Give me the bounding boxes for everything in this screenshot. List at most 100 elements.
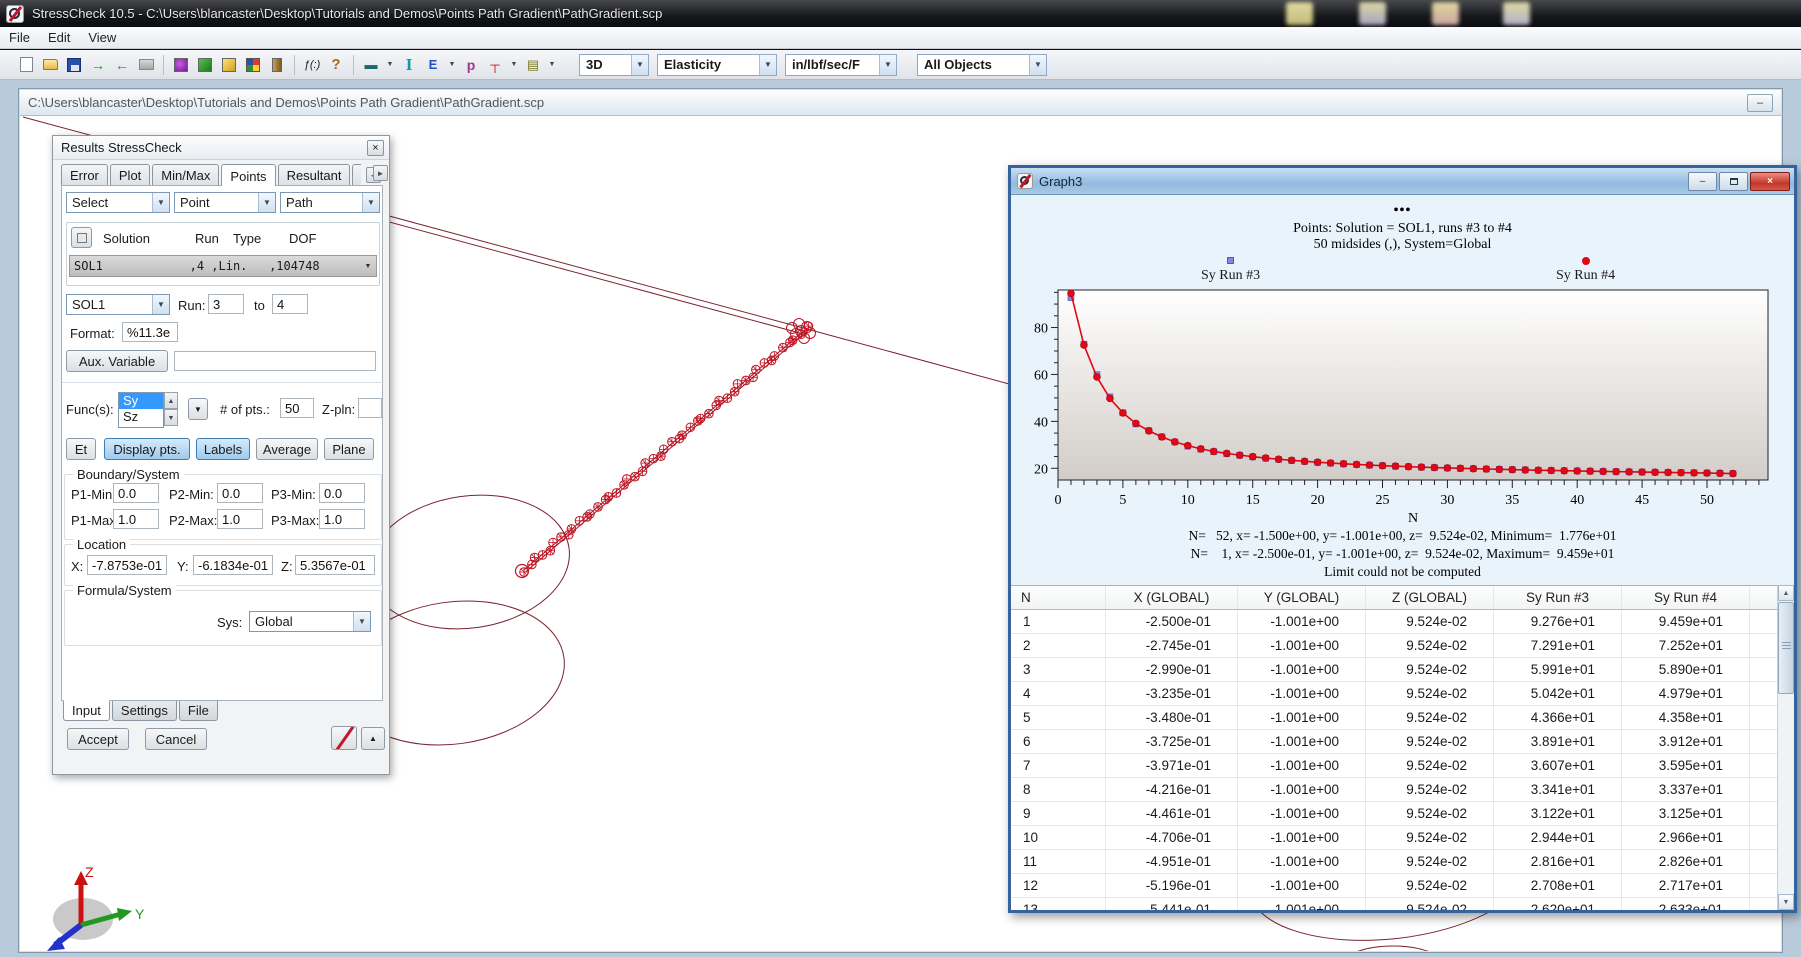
- solution-entry-row[interactable]: SOL1 ,4 ,Lin. ,104748 ▼: [69, 255, 377, 277]
- report-tool-icon[interactable]: ▤: [522, 54, 544, 76]
- cancel-button[interactable]: Cancel: [145, 728, 207, 750]
- mesh-view-icon[interactable]: [194, 54, 216, 76]
- material-view-icon[interactable]: [218, 54, 240, 76]
- tab-plot[interactable]: Plot: [110, 164, 150, 186]
- average-button[interactable]: Average: [256, 438, 318, 460]
- scrollbar-thumb[interactable]: [1778, 602, 1794, 694]
- run-to-input[interactable]: [272, 294, 308, 314]
- table-scrollbar[interactable]: ▲ ▼: [1777, 585, 1794, 910]
- tab-resultant[interactable]: Resultant: [278, 164, 351, 186]
- close-icon[interactable]: ×: [367, 140, 384, 156]
- et-button[interactable]: Et: [66, 438, 96, 460]
- x-input[interactable]: [87, 555, 167, 575]
- select-mode-icon[interactable]: ▬: [360, 54, 382, 76]
- table-row[interactable]: 6-3.725e-01-1.001e+009.524e-023.891e+013…: [1011, 730, 1777, 754]
- results-dialog-titlebar[interactable]: Results StressCheck: [53, 136, 389, 160]
- edge-tool-dropdown-icon[interactable]: ▼: [446, 54, 458, 76]
- import-icon[interactable]: →: [87, 54, 109, 76]
- load-tool-icon[interactable]: ┬: [484, 54, 506, 76]
- boundary-input[interactable]: [113, 483, 159, 503]
- table-row[interactable]: 5-3.480e-01-1.001e+009.524e-024.366e+014…: [1011, 706, 1777, 730]
- report-tool-dropdown-icon[interactable]: ▼: [546, 54, 558, 76]
- boundary-input[interactable]: [319, 509, 365, 529]
- results-table[interactable]: NX (GLOBAL)Y (GLOBAL)Z (GLOBAL)Sy Run #3…: [1011, 585, 1777, 910]
- num-points-input[interactable]: [280, 398, 314, 418]
- function-dropdown-button[interactable]: ▼: [188, 398, 208, 420]
- table-row[interactable]: 3-2.990e-01-1.001e+009.524e-025.991e+015…: [1011, 658, 1777, 682]
- menu-file[interactable]: File: [0, 28, 39, 47]
- tab-prope[interactable]: Prope: [352, 164, 361, 186]
- system-combo[interactable]: Global▼: [249, 611, 371, 632]
- object-combo[interactable]: Point▼: [174, 192, 276, 213]
- dimension-combo[interactable]: 3D▼: [579, 54, 649, 76]
- tab-file[interactable]: File: [179, 701, 218, 721]
- boundary-input[interactable]: [113, 509, 159, 529]
- graph-window-titlebar[interactable]: Graph3 ‒ ×: [1011, 168, 1794, 195]
- print-icon[interactable]: [135, 54, 157, 76]
- y-input[interactable]: [193, 555, 273, 575]
- table-row[interactable]: 10-4.706e-01-1.001e+009.524e-022.944e+01…: [1011, 826, 1777, 850]
- menu-edit[interactable]: Edit: [39, 28, 79, 47]
- menu-view[interactable]: View: [79, 28, 125, 47]
- solution-combo[interactable]: SOL1▼: [66, 294, 170, 315]
- export-icon[interactable]: ←: [111, 54, 133, 76]
- function-option-sz[interactable]: Sz: [119, 409, 163, 425]
- table-row[interactable]: 12-5.196e-01-1.001e+009.524e-022.708e+01…: [1011, 874, 1777, 898]
- table-row[interactable]: 9-4.461e-01-1.001e+009.524e-023.122e+013…: [1011, 802, 1777, 826]
- model-view-icon[interactable]: [170, 54, 192, 76]
- exit-view-icon[interactable]: [266, 54, 288, 76]
- new-file-icon[interactable]: [15, 54, 37, 76]
- objects-filter-combo[interactable]: All Objects▼: [917, 54, 1047, 76]
- rollup-button[interactable]: ▲: [361, 727, 385, 750]
- run-from-input[interactable]: [208, 294, 244, 314]
- aux-variable-input[interactable]: [174, 351, 376, 371]
- scroll-down-icon[interactable]: ▼: [1778, 894, 1794, 910]
- tab-input[interactable]: Input: [63, 700, 110, 721]
- zpln-input[interactable]: [358, 398, 382, 418]
- open-file-icon[interactable]: [39, 54, 61, 76]
- context-help-button[interactable]: [331, 726, 357, 750]
- help-icon[interactable]: ?: [325, 54, 347, 76]
- analysis-type-combo[interactable]: Elasticity▼: [657, 54, 777, 76]
- point-tool-icon[interactable]: p: [460, 54, 482, 76]
- scroll-up-icon[interactable]: ▲: [1778, 585, 1794, 601]
- display-pts-button[interactable]: Display pts.: [104, 438, 190, 460]
- table-row[interactable]: 1-2.500e-01-1.001e+009.524e-029.276e+019…: [1011, 610, 1777, 634]
- solution-view-icon[interactable]: [242, 54, 264, 76]
- function-icon[interactable]: ƒ(:): [301, 54, 323, 76]
- select-mode-dropdown-icon[interactable]: ▼: [384, 54, 396, 76]
- labels-button[interactable]: Labels: [196, 438, 250, 460]
- table-row[interactable]: 4-3.235e-01-1.001e+009.524e-025.042e+014…: [1011, 682, 1777, 706]
- minimize-icon[interactable]: ‒: [1688, 172, 1717, 191]
- aux-variable-button[interactable]: Aux. Variable: [66, 350, 168, 372]
- ibeam-icon[interactable]: I: [398, 54, 420, 76]
- edge-tool-icon[interactable]: E: [422, 54, 444, 76]
- table-row[interactable]: 8-4.216e-01-1.001e+009.524e-023.341e+013…: [1011, 778, 1777, 802]
- boundary-input[interactable]: [217, 483, 263, 503]
- tab-error[interactable]: Error: [61, 164, 108, 186]
- method-combo[interactable]: Select▼: [66, 192, 170, 213]
- maximize-icon[interactable]: [1719, 172, 1748, 191]
- function-listbox[interactable]: Sy Sz: [118, 392, 164, 428]
- z-input[interactable]: [295, 555, 375, 575]
- units-combo[interactable]: in/lbf/sec/F▼: [785, 54, 897, 76]
- load-tool-dropdown-icon[interactable]: ▼: [508, 54, 520, 76]
- table-row[interactable]: 7-3.971e-01-1.001e+009.524e-023.607e+013…: [1011, 754, 1777, 778]
- function-option-sy[interactable]: Sy: [119, 393, 163, 409]
- boundary-input[interactable]: [319, 483, 365, 503]
- close-icon[interactable]: ×: [1750, 172, 1790, 191]
- boundary-input[interactable]: [217, 509, 263, 529]
- tab-points[interactable]: Points: [221, 164, 275, 186]
- tab-settings[interactable]: Settings: [112, 701, 177, 721]
- accept-button[interactable]: Accept: [67, 728, 129, 750]
- select-all-solutions-button[interactable]: [71, 227, 92, 248]
- document-titlebar[interactable]: C:\Users\blancaster\Desktop\Tutorials an…: [20, 90, 1781, 116]
- path-combo[interactable]: Path▼: [280, 192, 380, 213]
- save-icon[interactable]: [63, 54, 85, 76]
- format-input[interactable]: [122, 322, 178, 342]
- table-row[interactable]: 2-2.745e-01-1.001e+009.524e-027.291e+017…: [1011, 634, 1777, 658]
- plane-button[interactable]: Plane: [324, 438, 374, 460]
- tab-minmax[interactable]: Min/Max: [152, 164, 219, 186]
- table-row[interactable]: 11-4.951e-01-1.001e+009.524e-022.816e+01…: [1011, 850, 1777, 874]
- tab-scroll-right-icon[interactable]: ►: [373, 165, 388, 181]
